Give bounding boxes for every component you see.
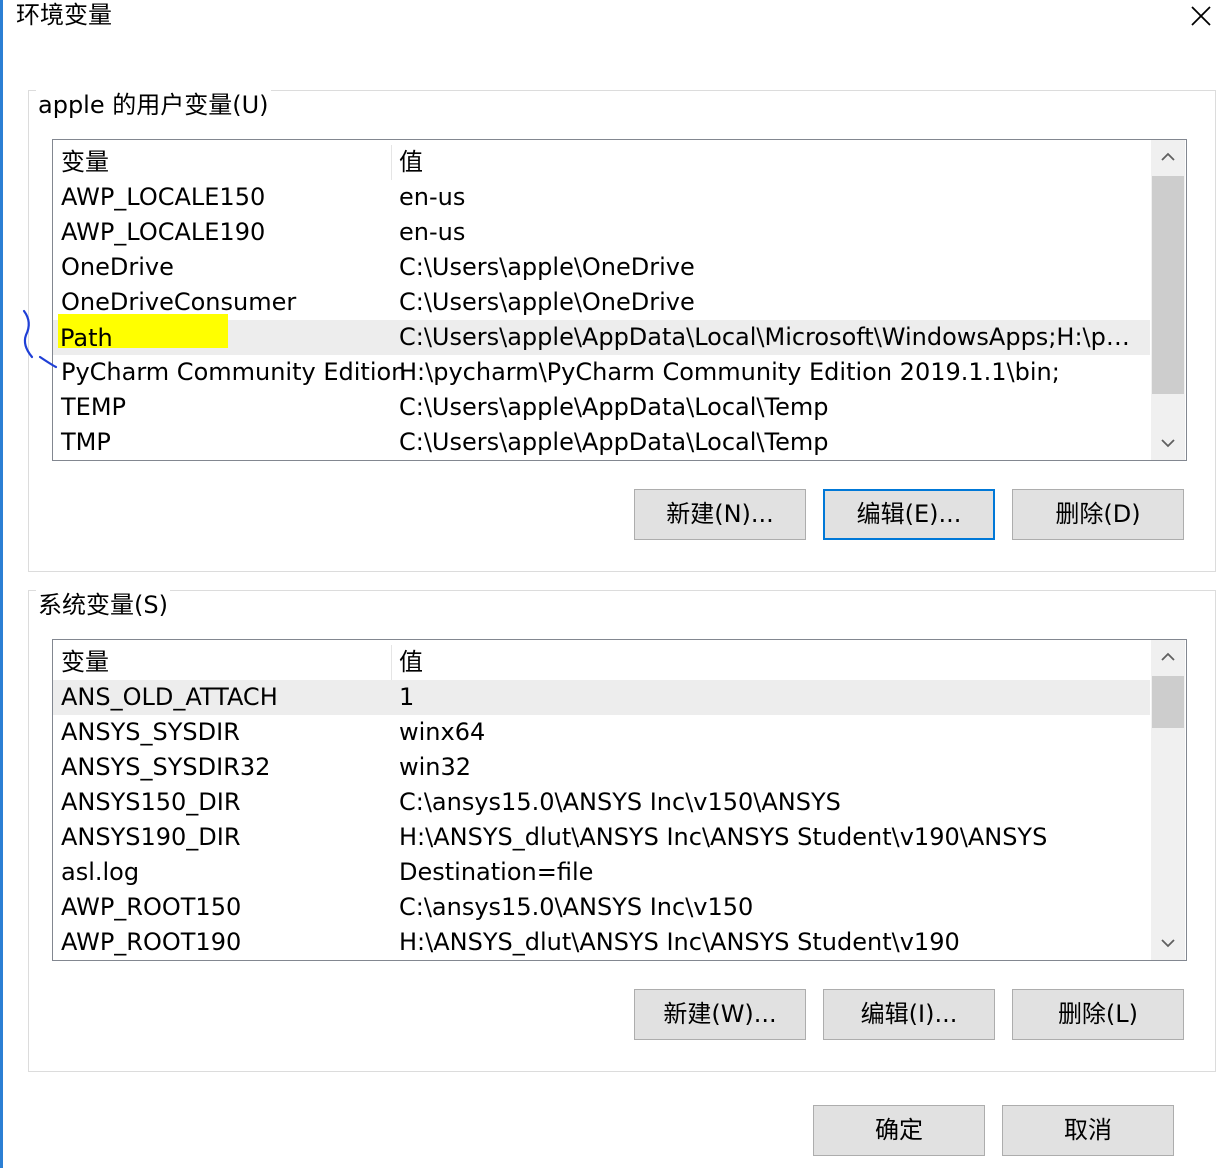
variable-value: winx64: [399, 718, 486, 746]
variable-value: C:\ansys15.0\ANSYS Inc\v150: [399, 893, 754, 921]
window-title: 环境变量: [16, 1, 112, 29]
list-item-selected[interactable]: ANS_OLD_ATTACH 1: [53, 680, 1150, 715]
variable-name: AWP_ROOT190: [61, 928, 242, 956]
scroll-thumb[interactable]: [1152, 676, 1184, 728]
system-delete-button[interactable]: 删除(L): [1012, 989, 1184, 1040]
header-variable[interactable]: 变量: [61, 145, 109, 180]
ok-button[interactable]: 确定: [813, 1105, 985, 1156]
variable-name: OneDrive: [61, 253, 174, 281]
variable-value: C:\Users\apple\AppData\Local\Microsoft\W…: [399, 323, 1144, 351]
list-item[interactable]: AWP_LOCALE190 en-us: [53, 215, 1150, 250]
system-variables-list[interactable]: 变量 值 ANS_OLD_ATTACH 1 ANSYS_SYSDIR winx6…: [52, 639, 1187, 961]
scroll-thumb[interactable]: [1152, 176, 1184, 394]
close-icon: [1191, 6, 1211, 26]
variable-name: ANSYS190_DIR: [61, 823, 241, 851]
list-item[interactable]: ANSYS150_DIR C:\ansys15.0\ANSYS Inc\v150…: [53, 785, 1150, 820]
scroll-up-button[interactable]: [1151, 640, 1185, 674]
vertical-scrollbar[interactable]: [1151, 140, 1185, 460]
chevron-down-icon: [1161, 439, 1175, 448]
system-edit-button[interactable]: 编辑(I)...: [823, 989, 995, 1040]
variable-name: ANSYS_SYSDIR32: [61, 753, 271, 781]
column-separator[interactable]: [391, 145, 392, 180]
variable-value: C:\Users\apple\OneDrive: [399, 288, 695, 316]
variable-value: Destination=file: [399, 858, 594, 886]
scroll-down-button[interactable]: [1151, 426, 1185, 460]
list-item[interactable]: OneDrive C:\Users\apple\OneDrive: [53, 250, 1150, 285]
variable-value: H:\ANSYS_dlut\ANSYS Inc\ANSYS Student\v1…: [399, 928, 960, 956]
system-variables-label: 系统变量(S): [36, 590, 170, 620]
list-item[interactable]: ANSYS_SYSDIR32 win32: [53, 750, 1150, 785]
variable-name: TMP: [61, 428, 111, 456]
scroll-down-button[interactable]: [1151, 926, 1185, 960]
user-variables-list[interactable]: 变量 值 AWP_LOCALE150 en-us AWP_LOCALE190 e…: [52, 139, 1187, 461]
list-item[interactable]: TEMP C:\Users\apple\AppData\Local\Temp: [53, 390, 1150, 425]
list-item[interactable]: asl.log Destination=file: [53, 855, 1150, 890]
cancel-button[interactable]: 取消: [1002, 1105, 1174, 1156]
variable-name: ANSYS150_DIR: [61, 788, 241, 816]
list-item[interactable]: AWP_ROOT190 H:\ANSYS_dlut\ANSYS Inc\ANSY…: [53, 925, 1150, 960]
variable-value: C:\Users\apple\AppData\Local\Temp: [399, 393, 829, 421]
variable-value: H:\ANSYS_dlut\ANSYS Inc\ANSYS Student\v1…: [399, 823, 1048, 851]
list-item[interactable]: ANSYS190_DIR H:\ANSYS_dlut\ANSYS Inc\ANS…: [53, 820, 1150, 855]
list-item[interactable]: AWP_LOCALE150 en-us: [53, 180, 1150, 215]
list-item[interactable]: ANSYS_SYSDIR winx64: [53, 715, 1150, 750]
path-variable-name: Path: [60, 324, 113, 352]
window-border: [0, 0, 3, 1168]
list-item[interactable]: TMP C:\Users\apple\AppData\Local\Temp: [53, 425, 1150, 460]
variable-name: ANSYS_SYSDIR: [61, 718, 240, 746]
user-variables-label: apple 的用户变量(U): [36, 90, 271, 120]
system-new-button[interactable]: 新建(W)...: [634, 989, 806, 1040]
variable-name: PyCharm Community Edition: [61, 358, 407, 386]
header-value[interactable]: 值: [399, 145, 1144, 180]
user-delete-button[interactable]: 删除(D): [1012, 489, 1184, 540]
variable-value: win32: [399, 753, 472, 781]
variable-name: asl.log: [61, 858, 140, 886]
variable-value: en-us: [399, 218, 466, 246]
header-value[interactable]: 值: [399, 645, 1144, 680]
variable-value: C:\Users\apple\AppData\Local\Temp: [399, 428, 829, 456]
variable-value: H:\pycharm\PyCharm Community Edition 201…: [399, 358, 1060, 386]
chevron-up-icon: [1161, 652, 1175, 661]
list-item[interactable]: AWP_ROOT150 C:\ansys15.0\ANSYS Inc\v150: [53, 890, 1150, 925]
variable-name: ANS_OLD_ATTACH: [61, 683, 278, 711]
close-button[interactable]: [1182, 0, 1220, 32]
variable-name: AWP_LOCALE150: [61, 183, 266, 211]
column-separator[interactable]: [391, 645, 392, 680]
variable-value: C:\ansys15.0\ANSYS Inc\v150\ANSYS: [399, 788, 841, 816]
user-edit-button[interactable]: 编辑(E)...: [823, 489, 995, 540]
header-variable[interactable]: 变量: [61, 645, 109, 680]
variable-name: AWP_LOCALE190: [61, 218, 266, 246]
user-new-button[interactable]: 新建(N)...: [634, 489, 806, 540]
variable-name: AWP_ROOT150: [61, 893, 242, 921]
variable-name: TEMP: [61, 393, 127, 421]
vertical-scrollbar[interactable]: [1151, 640, 1185, 960]
list-header[interactable]: 变量 值: [53, 645, 1150, 680]
scroll-up-button[interactable]: [1151, 140, 1185, 174]
list-header[interactable]: 变量 值: [53, 145, 1150, 180]
chevron-up-icon: [1161, 152, 1175, 161]
variable-value: en-us: [399, 183, 466, 211]
chevron-down-icon: [1161, 939, 1175, 948]
variable-value: 1: [399, 683, 415, 711]
handwritten-bracket-annotation: [22, 309, 58, 369]
variable-value: C:\Users\apple\OneDrive: [399, 253, 695, 281]
list-item[interactable]: PyCharm Community Edition H:\pycharm\PyC…: [53, 355, 1150, 390]
